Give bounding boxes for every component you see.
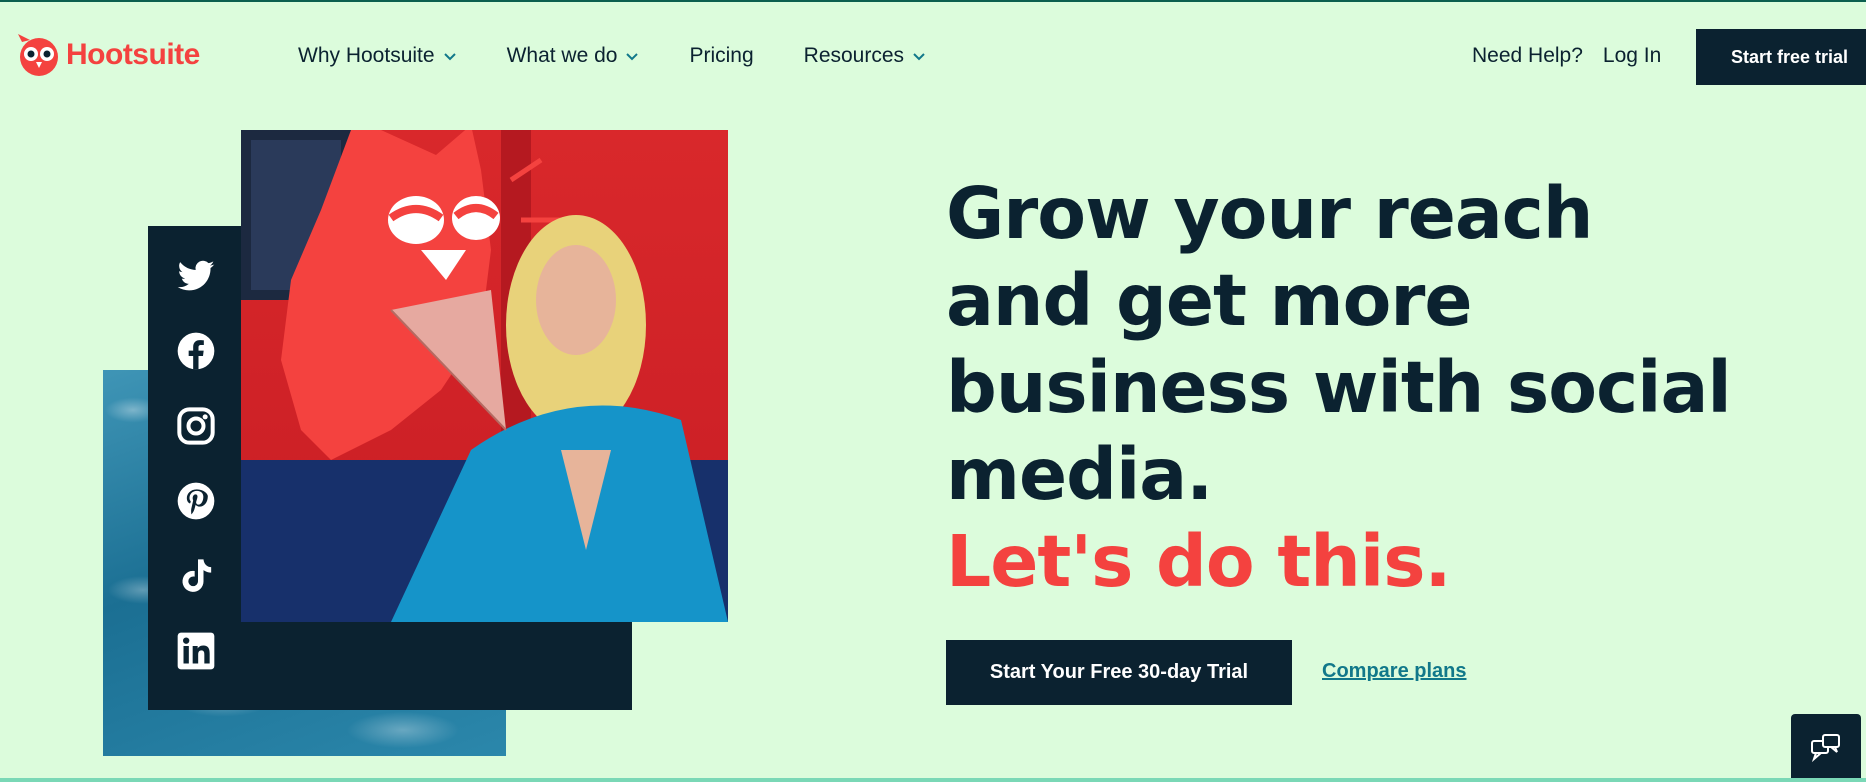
nav-label: Resources [803,44,905,67]
tiktok-icon[interactable] [175,555,217,597]
chevron-down-icon [443,53,456,61]
nav-label: Why Hootsuite [298,44,435,67]
chevron-down-icon [626,53,639,61]
headline-line: Grow your reach [946,172,1593,255]
pinterest-icon[interactable] [175,480,217,522]
need-help-link[interactable]: Need Help? [1472,44,1583,68]
nav-pricing[interactable]: Pricing [689,44,753,68]
headline-line: media. [946,433,1213,516]
nav-label: What we do [506,44,618,67]
hootsuite-logo[interactable]: Hootsuite [16,32,200,78]
chat-widget-button[interactable] [1791,714,1861,782]
nav-why-hootsuite[interactable]: Why Hootsuite [298,44,457,68]
login-link[interactable]: Log In [1603,44,1661,68]
start-free-trial-button[interactable]: Start free trial [1696,29,1866,85]
chat-bubbles-icon [1811,734,1840,763]
facebook-icon[interactable] [175,330,217,372]
nav-resources[interactable]: Resources [804,44,926,68]
linkedin-icon[interactable] [175,630,217,672]
utility-nav: Need Help? Log In [1472,44,1661,68]
hero-illustration [241,130,728,622]
nav-what-we-do[interactable]: What we do [507,44,640,68]
hero-tagline: Let's do this. [946,520,1451,603]
hero-photo [241,130,728,622]
start-trial-cta-button[interactable]: Start Your Free 30-day Trial [946,640,1292,705]
nav-label: Pricing [689,44,754,67]
instagram-icon[interactable] [175,405,217,447]
twitter-icon[interactable] [175,255,217,297]
owl-logo-icon [18,34,58,76]
site-header: Hootsuite Why Hootsuite What we do Prici… [0,0,1866,110]
headline-line: and get more [946,259,1473,342]
headline-line: business with social [946,346,1732,429]
social-icon-column [168,255,224,672]
bottom-divider [0,778,1866,782]
hero-headline: Grow your reach and get more business wi… [946,170,1826,605]
chevron-down-icon [913,53,925,61]
compare-plans-link[interactable]: Compare plans [1322,660,1466,683]
main-nav: Why Hootsuite What we do Pricing Resourc… [298,44,976,68]
logo-wordmark: Hootsuite [66,38,200,71]
